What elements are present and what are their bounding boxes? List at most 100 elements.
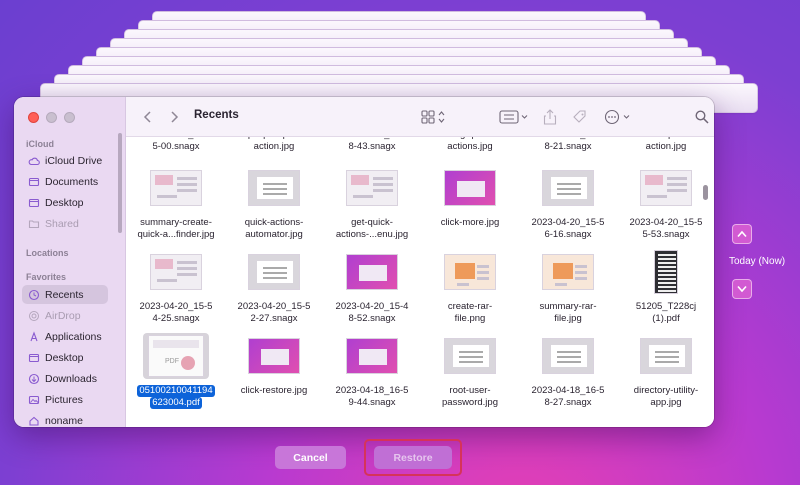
window-controls	[28, 112, 75, 123]
thumbnail-image	[654, 250, 678, 294]
pdf-badge: PDF	[165, 358, 179, 365]
group-icon	[499, 110, 528, 124]
file-name-line: 8-52.snagx	[348, 313, 396, 324]
restore-button[interactable]: Restore	[374, 446, 452, 469]
back-button[interactable]	[138, 107, 158, 127]
file-thumbnail	[437, 249, 503, 295]
sidebar-section-icloud: iCloud	[26, 139, 54, 149]
search-button[interactable]	[692, 107, 712, 127]
file-name-line: 9-44.snagx	[348, 397, 396, 408]
desktop-icon	[28, 197, 40, 209]
file-thumbnail	[339, 249, 405, 295]
file-name-line: 2023-04-20_15-5	[139, 301, 213, 312]
thumbnail-image	[150, 170, 202, 206]
sidebar-item-label: Documents	[45, 175, 99, 188]
window-title: Recents	[194, 109, 239, 121]
zoom-window-button[interactable]	[64, 112, 75, 123]
desktop-icon	[28, 352, 40, 364]
file-name-line: password.jpg	[442, 397, 498, 408]
more-actions-button[interactable]	[602, 107, 634, 127]
file-thumbnail	[437, 333, 503, 379]
file-thumbnail	[143, 165, 209, 211]
sidebar-item-label: Applications	[45, 330, 102, 343]
sidebar-section-locations: Locations	[26, 248, 69, 258]
share-button[interactable]	[540, 107, 560, 127]
home-icon	[28, 415, 40, 427]
minimize-window-button[interactable]	[46, 112, 57, 123]
close-window-button[interactable]	[28, 112, 39, 123]
thumbnail-image	[346, 170, 398, 206]
sidebar-item-documents[interactable]: Documents	[22, 172, 108, 191]
ellipsis-circle-icon	[604, 109, 630, 125]
sidebar: iCloud iCloud Drive Documents Desktop Sh…	[14, 97, 126, 427]
sidebar-item-label: Desktop	[45, 196, 84, 209]
timeline-down-button[interactable]	[732, 279, 752, 299]
cancel-button[interactable]: Cancel	[275, 446, 346, 469]
thumbnail-image	[346, 338, 398, 374]
sidebar-scrollbar[interactable]	[118, 133, 122, 233]
file-name-line: automator.jpg	[245, 229, 303, 240]
sidebar-item-shared[interactable]: Shared	[22, 214, 108, 233]
file-name-line: 6-16.snagx	[544, 229, 592, 240]
sidebar-item-downloads[interactable]: Downloads	[22, 369, 108, 388]
group-by-button[interactable]	[498, 107, 530, 127]
file-thumbnail	[143, 249, 209, 295]
file-name-line: 2-27.snagx	[250, 313, 298, 324]
file-name: 51205_T228cj (1).pdf	[606, 301, 714, 325]
file-name-line: actions-...enu.jpg	[335, 229, 409, 240]
sidebar-item-recents[interactable]: Recents	[22, 285, 108, 304]
file-name-line: summary-rar-	[539, 301, 597, 312]
file-item-partial[interactable]: save-quick-action.jpg	[606, 137, 714, 153]
file-name-line: click-restore.jpg	[240, 385, 308, 396]
sidebar-item-desktop-icloud[interactable]: Desktop	[22, 193, 108, 212]
file-thumbnail	[535, 165, 601, 211]
file-name-line: 2023-04-20_15-5	[237, 301, 311, 312]
file-name-line: quick-actions-	[244, 217, 304, 228]
view-mode-button[interactable]	[418, 107, 450, 127]
file-name-line: quick-a...finder.jpg	[137, 229, 215, 240]
grid-view-icon	[421, 110, 445, 124]
shared-folder-icon	[28, 218, 40, 230]
content-scrollbar[interactable]	[703, 185, 708, 200]
cloud-icon	[28, 155, 40, 167]
clock-icon	[28, 289, 40, 301]
sidebar-item-desktop[interactable]: Desktop	[22, 348, 108, 367]
tags-button[interactable]	[570, 107, 590, 127]
file-name-line: 2023-04-18_16-5	[531, 385, 605, 396]
timeline-label: Today (Now)	[729, 256, 786, 267]
file-name: 2023-04-20_15-5 5-53.snagx	[606, 217, 714, 241]
search-icon	[695, 110, 709, 124]
file-thumbnail	[339, 333, 405, 379]
sidebar-item-pictures[interactable]: Pictures	[22, 390, 108, 409]
file-thumbnail	[535, 333, 601, 379]
file-name-line: summary-create-	[140, 217, 212, 228]
file-name-line: 2023-04-20_15-5	[531, 217, 605, 228]
file-thumbnail	[535, 249, 601, 295]
pictures-icon	[28, 394, 40, 406]
sidebar-item-icloud-drive[interactable]: iCloud Drive	[22, 151, 108, 170]
file-thumbnail: PDF	[143, 333, 209, 379]
file-name-line: 2023-04-20_15-4	[335, 301, 409, 312]
sidebar-item-label: Pictures	[45, 393, 83, 406]
sidebar-item-applications[interactable]: Applications	[22, 327, 108, 346]
sidebar-item-label: Desktop	[45, 351, 84, 364]
file-thumbnail	[241, 333, 307, 379]
thumbnail-image: PDF	[148, 335, 204, 377]
thumbnail-image	[346, 254, 398, 290]
thumbnail-image	[248, 254, 300, 290]
thumbnail-image	[248, 338, 300, 374]
forward-button[interactable]	[164, 107, 184, 127]
file-thumbnail	[437, 165, 503, 211]
file-name-line: 8-27.snagx	[544, 397, 592, 408]
thumbnail-image	[444, 338, 496, 374]
sidebar-item-label: AirDrop	[45, 309, 81, 322]
thumbnail-image	[444, 170, 496, 206]
thumbnail-image	[248, 170, 300, 206]
sidebar-item-home[interactable]: noname	[22, 411, 108, 427]
sidebar-item-airdrop[interactable]: AirDrop	[22, 306, 108, 325]
timeline-up-button[interactable]	[732, 224, 752, 244]
chevron-up-icon	[737, 230, 747, 238]
thumbnail-image	[640, 338, 692, 374]
file-name-line: root-user-	[449, 385, 491, 396]
file-name-line: app.jpg	[650, 397, 682, 408]
